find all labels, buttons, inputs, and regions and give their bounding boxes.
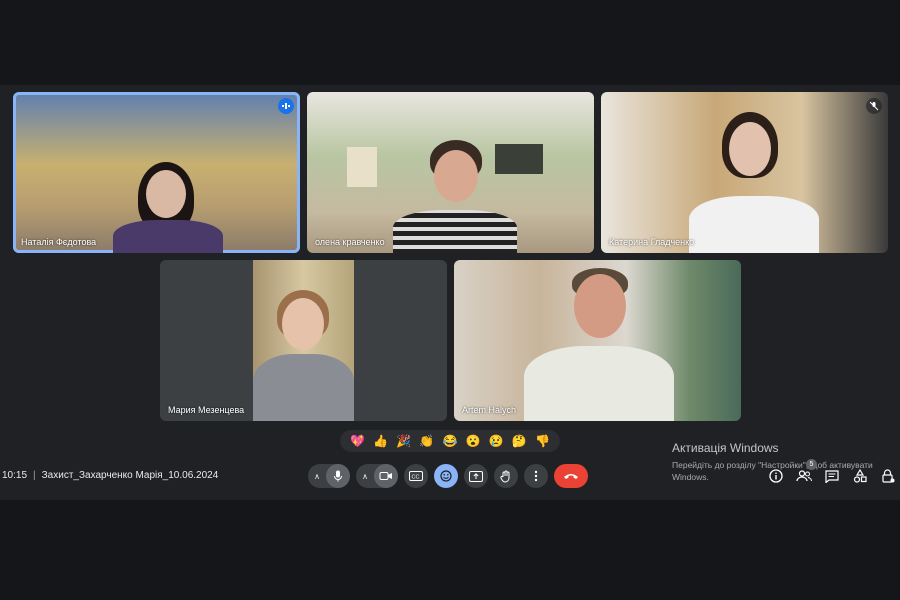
captions-button[interactable]: CC — [404, 464, 428, 488]
reaction-thumbs-up[interactable]: 👍 — [372, 434, 389, 448]
participant-video — [253, 290, 354, 421]
svg-text:CC: CC — [412, 474, 420, 480]
participant-name: Мария Мезенцева — [168, 405, 245, 415]
present-button[interactable] — [464, 464, 488, 488]
camera-button[interactable] — [374, 464, 398, 488]
end-call-button[interactable] — [554, 464, 588, 488]
reactions-bar: 💖 👍 🎉 👏 😂 😮 😢 🤔 👎 — [340, 430, 560, 452]
participant-name: Наталія Фєдотова — [21, 237, 97, 247]
participant-tile[interactable]: Катерина Гладченко — [601, 92, 888, 253]
participant-name: Катерина Гладченко — [609, 237, 695, 247]
emoji-icon — [440, 470, 452, 482]
participant-tile[interactable]: Наталія Фєдотова — [13, 92, 300, 253]
lock-person-icon — [882, 469, 895, 483]
host-controls-button[interactable] — [880, 468, 896, 484]
reaction-surprised[interactable]: 😮 — [465, 434, 482, 448]
people-icon — [796, 470, 812, 482]
chevron-up-icon[interactable]: ∧ — [308, 472, 326, 481]
present-icon — [469, 470, 483, 482]
reaction-sad[interactable]: 😢 — [488, 434, 505, 448]
captions-icon: CC — [409, 471, 423, 481]
meeting-info: 10:15 | Захист_Захарченко Марія_10.06.20… — [2, 470, 218, 481]
people-button[interactable] — [796, 468, 812, 484]
shapes-icon — [853, 469, 867, 483]
reaction-laugh[interactable]: 😂 — [441, 434, 458, 448]
meeting-time: 10:15 — [2, 470, 28, 481]
participant-video — [385, 140, 525, 253]
reaction-party[interactable]: 🎉 — [395, 434, 412, 448]
raise-hand-button[interactable] — [494, 464, 518, 488]
meeting-tools — [768, 468, 896, 484]
audio-level-icon — [278, 98, 294, 114]
watermark-title: Активація Windows — [672, 441, 779, 455]
participant-tile[interactable]: олена кравченко — [307, 92, 594, 253]
participant-tile[interactable]: Мария Мезенцева — [160, 260, 447, 421]
participant-tile[interactable]: Artem Halych — [454, 260, 741, 421]
activities-button[interactable] — [852, 468, 868, 484]
mic-button[interactable] — [326, 464, 350, 488]
meeting-title: Захист_Захарченко Марія_10.06.2024 — [41, 470, 219, 481]
chat-icon — [825, 469, 839, 483]
camera-group: ∧ — [356, 464, 398, 488]
more-vert-icon — [534, 470, 538, 482]
chat-button[interactable] — [824, 468, 840, 484]
call-end-icon — [564, 474, 578, 479]
participant-video — [689, 112, 819, 253]
participant-video — [113, 162, 223, 253]
reaction-thinking[interactable]: 🤔 — [511, 434, 528, 448]
mic-icon — [334, 470, 342, 482]
info-icon — [769, 469, 783, 483]
call-controls: ∧ ∧ CC — [308, 463, 588, 489]
meeting-details-button[interactable] — [768, 468, 784, 484]
mic-off-icon — [866, 98, 882, 114]
mic-group: ∧ — [308, 464, 350, 488]
raise-hand-icon — [500, 470, 510, 482]
separator: | — [33, 470, 36, 481]
chevron-up-icon[interactable]: ∧ — [356, 472, 374, 481]
reaction-clap[interactable]: 👏 — [418, 434, 435, 448]
more-options-button[interactable] — [524, 464, 548, 488]
meet-window: Наталія Фєдотова олена кравченко Катерин… — [0, 85, 900, 500]
people-count-badge: 5 — [806, 459, 817, 470]
reaction-heart[interactable]: 💖 — [349, 434, 366, 448]
participant-name: Artem Halych — [462, 405, 517, 415]
camera-icon — [379, 472, 392, 480]
emoji-button[interactable] — [434, 464, 458, 488]
participant-name: олена кравченко — [315, 237, 385, 247]
reaction-thumbs-down[interactable]: 👎 — [534, 434, 551, 448]
participant-video — [524, 268, 674, 421]
